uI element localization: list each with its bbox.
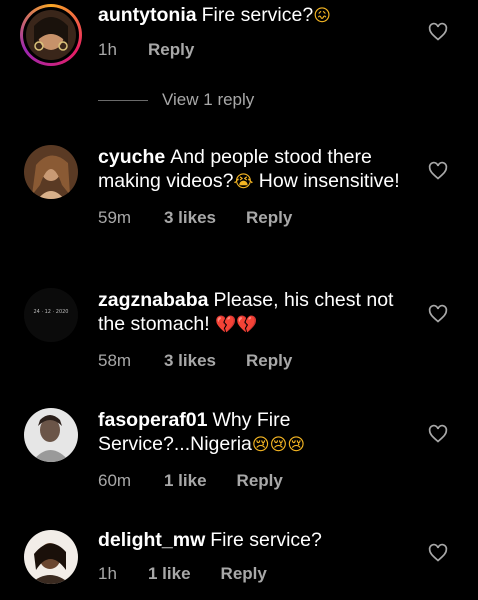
comment-text: auntytonia Fire service?😖 <box>98 3 410 28</box>
like-heart-icon[interactable] <box>428 161 448 181</box>
comment-meta: 59m 3 likes Reply <box>98 208 410 228</box>
comment-text: zagznababa Please, his chest not the stom… <box>98 288 410 337</box>
likes-count[interactable]: 3 likes <box>164 351 216 371</box>
comment-time: 1h <box>98 564 117 583</box>
emoji: 😭 <box>233 172 254 192</box>
divider <box>98 99 148 101</box>
avatar[interactable] <box>20 4 82 66</box>
comment-meta: 60m 1 like Reply <box>98 471 410 491</box>
comment-body: Fire service? <box>210 529 322 551</box>
avatar[interactable] <box>24 530 78 584</box>
comment-meta: 58m 3 likes Reply <box>98 351 410 371</box>
avatar-caption: 24 · 12 · 2020 <box>33 309 69 315</box>
reply-button[interactable]: Reply <box>237 471 283 491</box>
comment-time: 58m <box>98 351 132 370</box>
like-heart-icon[interactable] <box>428 543 448 563</box>
emoji: 😖 <box>313 6 331 26</box>
avatar[interactable] <box>24 145 78 199</box>
comment-time: 1h <box>98 40 117 59</box>
comment-text: fasoperaf01 Why Fire Service?...Nigeria😢😢… <box>98 408 410 457</box>
like-heart-icon[interactable] <box>428 424 448 444</box>
comment-body: Fire service? <box>201 4 314 26</box>
emoji: 😢😢😢 <box>251 435 306 455</box>
reply-button[interactable]: Reply <box>246 351 292 371</box>
comment-username[interactable]: auntytonia <box>98 4 197 26</box>
reply-button[interactable]: Reply <box>246 208 292 228</box>
comment-text: cyuche And people stood there making vide… <box>98 145 410 194</box>
comment-username[interactable]: cyuche <box>98 146 165 168</box>
comment-text: delight_mw Fire service? <box>98 528 410 552</box>
comment-username[interactable]: delight_mw <box>98 529 205 551</box>
comment-username[interactable]: fasoperaf01 <box>98 409 207 431</box>
reply-button[interactable]: Reply <box>221 564 267 584</box>
comment-time: 59m <box>98 208 132 227</box>
likes-count[interactable]: 1 like <box>148 564 191 584</box>
broken-heart-emoji: 💔💔 <box>215 315 258 335</box>
comment-username[interactable]: zagznababa <box>98 289 209 311</box>
reply-button[interactable]: Reply <box>148 40 194 60</box>
comment-meta: 1h 1 like Reply <box>98 564 410 584</box>
likes-count[interactable]: 1 like <box>164 471 207 491</box>
comment-time: 60m <box>98 471 132 490</box>
avatar[interactable] <box>24 408 78 462</box>
like-heart-icon[interactable] <box>428 304 448 324</box>
view-replies-link[interactable]: View 1 reply <box>98 90 254 110</box>
comment-body-continued: How insensitive! <box>253 170 400 192</box>
view-replies-label: View 1 reply <box>162 90 255 109</box>
likes-count[interactable]: 3 likes <box>164 208 216 228</box>
comment-meta: 1h Reply <box>98 40 410 60</box>
avatar[interactable]: 24 · 12 · 2020 <box>24 288 78 342</box>
like-heart-icon[interactable] <box>428 22 448 42</box>
